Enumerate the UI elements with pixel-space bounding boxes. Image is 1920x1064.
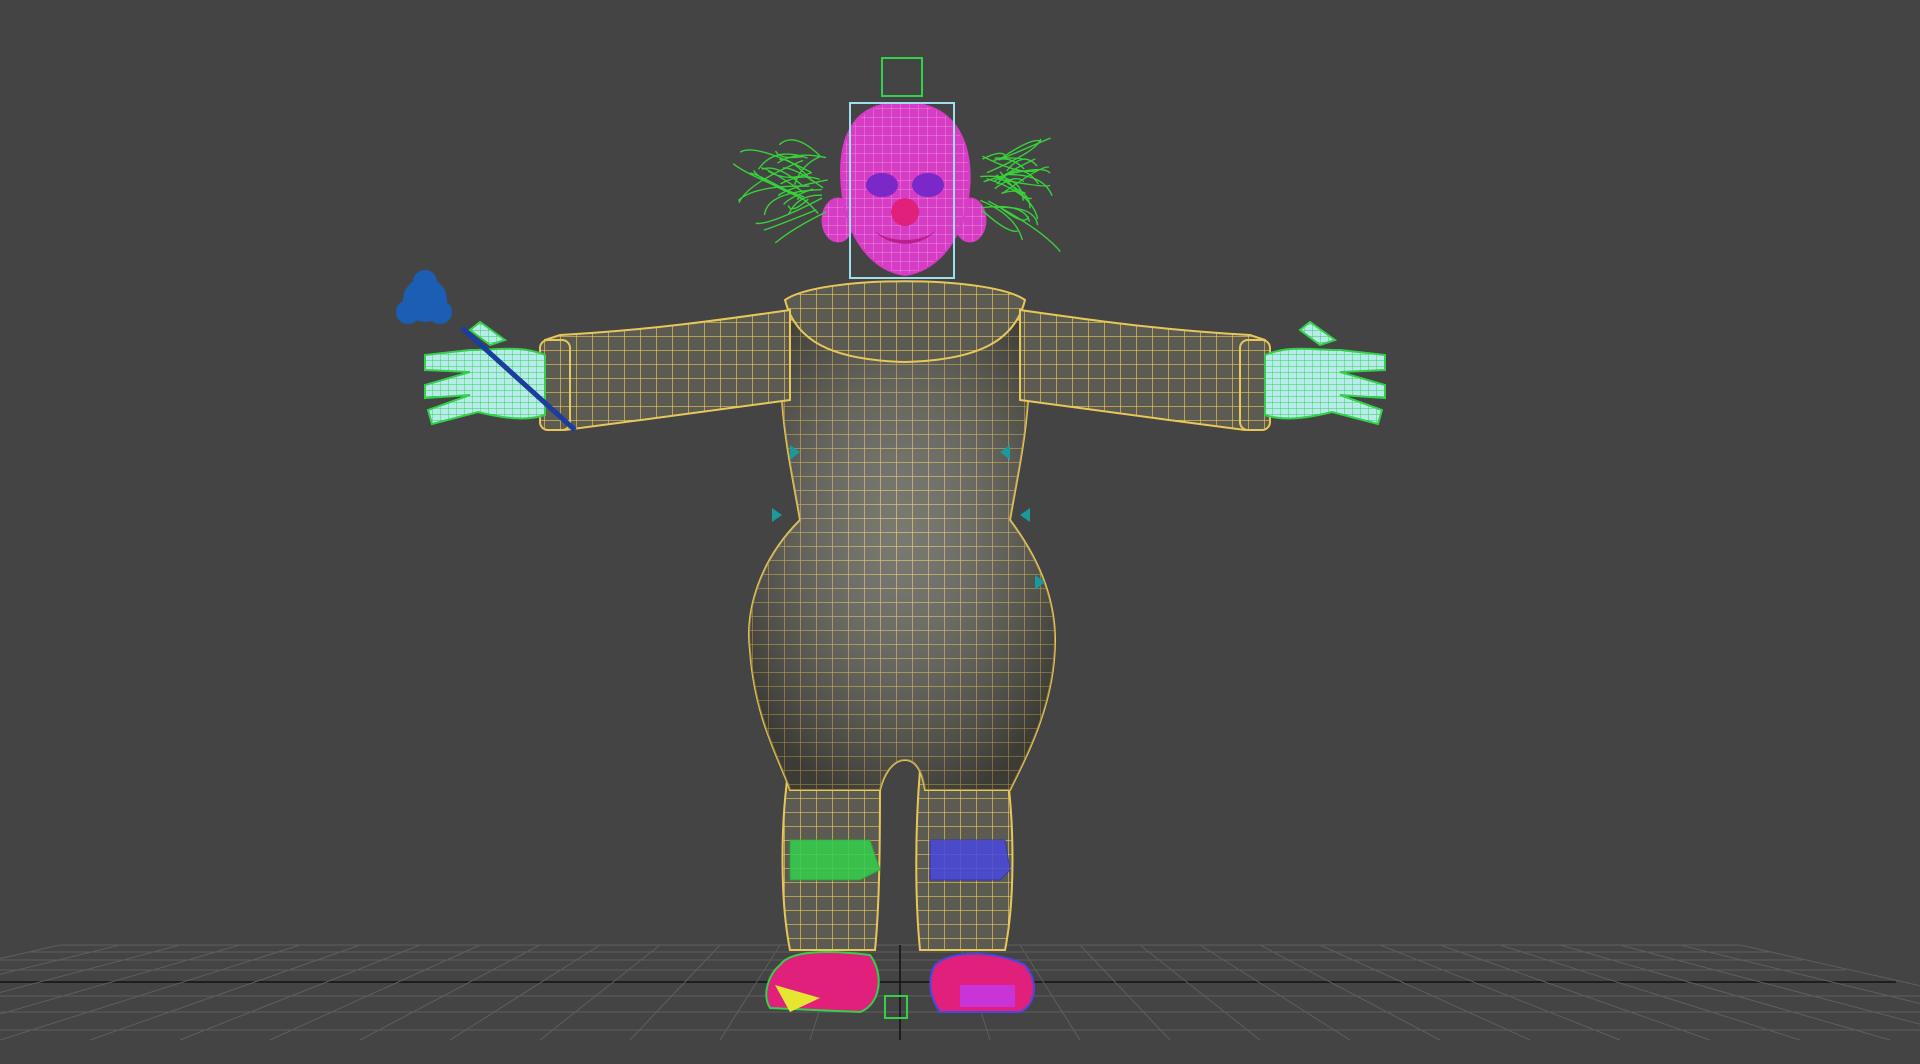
left-shoe[interactable] bbox=[765, 951, 880, 1014]
grid-line bbox=[1139, 944, 1261, 1041]
left-arm[interactable] bbox=[544, 308, 791, 432]
clown-hair-left bbox=[732, 139, 828, 244]
grid-line bbox=[1559, 944, 1891, 1041]
hair-strand bbox=[999, 137, 1051, 161]
grid-line bbox=[0, 944, 301, 1041]
hair-strand bbox=[987, 200, 1061, 252]
grid-line bbox=[1199, 944, 1351, 1041]
flower-head[interactable] bbox=[396, 270, 452, 324]
right-ankle-cuff[interactable] bbox=[929, 839, 1011, 881]
right-hand[interactable] bbox=[1264, 320, 1386, 426]
scene-canvas[interactable] bbox=[0, 0, 1920, 1064]
head-control-square[interactable] bbox=[881, 57, 923, 97]
grid-line bbox=[359, 944, 541, 1041]
grid-line bbox=[0, 944, 181, 994]
clown-hair-right bbox=[979, 137, 1061, 252]
grid-line bbox=[629, 944, 721, 1041]
hair-strand bbox=[986, 138, 1042, 174]
grid-line bbox=[1739, 944, 1920, 987]
grid-line bbox=[89, 944, 361, 1041]
grid-line bbox=[0, 944, 61, 960]
grid-line bbox=[0, 944, 241, 1015]
grid-line bbox=[1259, 944, 1441, 1041]
bone-marker bbox=[772, 508, 782, 522]
3d-viewport[interactable] bbox=[0, 0, 1920, 1064]
grid-line bbox=[1379, 944, 1621, 1041]
left-eye bbox=[866, 173, 898, 197]
right-shoe[interactable] bbox=[929, 952, 1035, 1013]
clown-head[interactable] bbox=[821, 102, 987, 277]
grid-line bbox=[1319, 944, 1531, 1041]
left-ankle-cuff[interactable] bbox=[789, 839, 881, 881]
clown-nose bbox=[891, 198, 919, 226]
left-hand[interactable] bbox=[424, 320, 546, 426]
grid-line bbox=[1499, 944, 1801, 1041]
right-arm[interactable] bbox=[1019, 308, 1266, 432]
grid-line bbox=[179, 944, 421, 1041]
clown-character[interactable] bbox=[396, 57, 1386, 1019]
bone-marker bbox=[1020, 508, 1030, 522]
grid-line bbox=[539, 944, 661, 1041]
grid-line bbox=[269, 944, 481, 1041]
torso-shading bbox=[749, 320, 1055, 790]
grid-line bbox=[1439, 944, 1711, 1041]
right-eye bbox=[912, 173, 944, 197]
root-control-square[interactable] bbox=[884, 995, 908, 1019]
grid-line bbox=[1079, 944, 1171, 1041]
hair-strand bbox=[788, 194, 822, 215]
hair-strand bbox=[778, 139, 821, 157]
grid-line bbox=[0, 944, 121, 975]
grid-line bbox=[449, 944, 601, 1041]
